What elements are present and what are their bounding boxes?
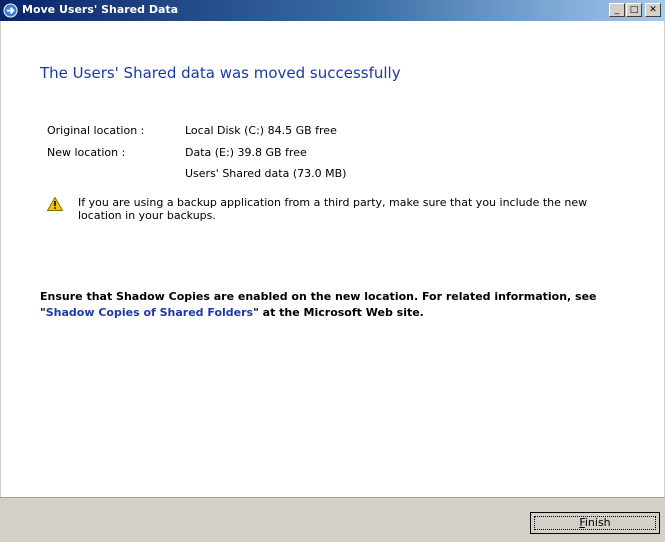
new-location-label: New location : (47, 146, 126, 159)
arrow-right-circle-icon (3, 3, 18, 18)
warning-text: If you are using a backup application fr… (78, 196, 588, 222)
window-frame (0, 21, 665, 541)
finish-label-rest: inish (584, 516, 611, 529)
original-location-value: Local Disk (C:) 84.5 GB free (185, 124, 337, 137)
maximize-button[interactable]: □ (626, 3, 642, 17)
minimize-button[interactable]: _ (609, 3, 625, 17)
window-title: Move Users' Shared Data (22, 3, 179, 16)
shadow-copies-link[interactable]: Shadow Copies of Shared Folders (46, 306, 253, 319)
shadow-copies-note: Ensure that Shadow Copies are enabled on… (40, 289, 640, 321)
new-location-detail: Users' Shared data (73.0 MB) (185, 167, 347, 180)
title-bar[interactable]: Move Users' Shared Data _ □ ✕ (0, 0, 665, 21)
warning-triangle-icon (47, 197, 63, 211)
shadow-text-after: " at the Microsoft Web site. (253, 306, 424, 319)
page-heading: The Users' Shared data was moved success… (40, 64, 401, 82)
finish-button[interactable]: Finish (530, 512, 660, 534)
new-location-value: Data (E:) 39.8 GB free (185, 146, 307, 159)
footer-bar: Finish (0, 497, 665, 542)
close-button[interactable]: ✕ (645, 3, 661, 17)
finish-label: Finish (579, 516, 610, 529)
original-location-label: Original location : (47, 124, 145, 137)
